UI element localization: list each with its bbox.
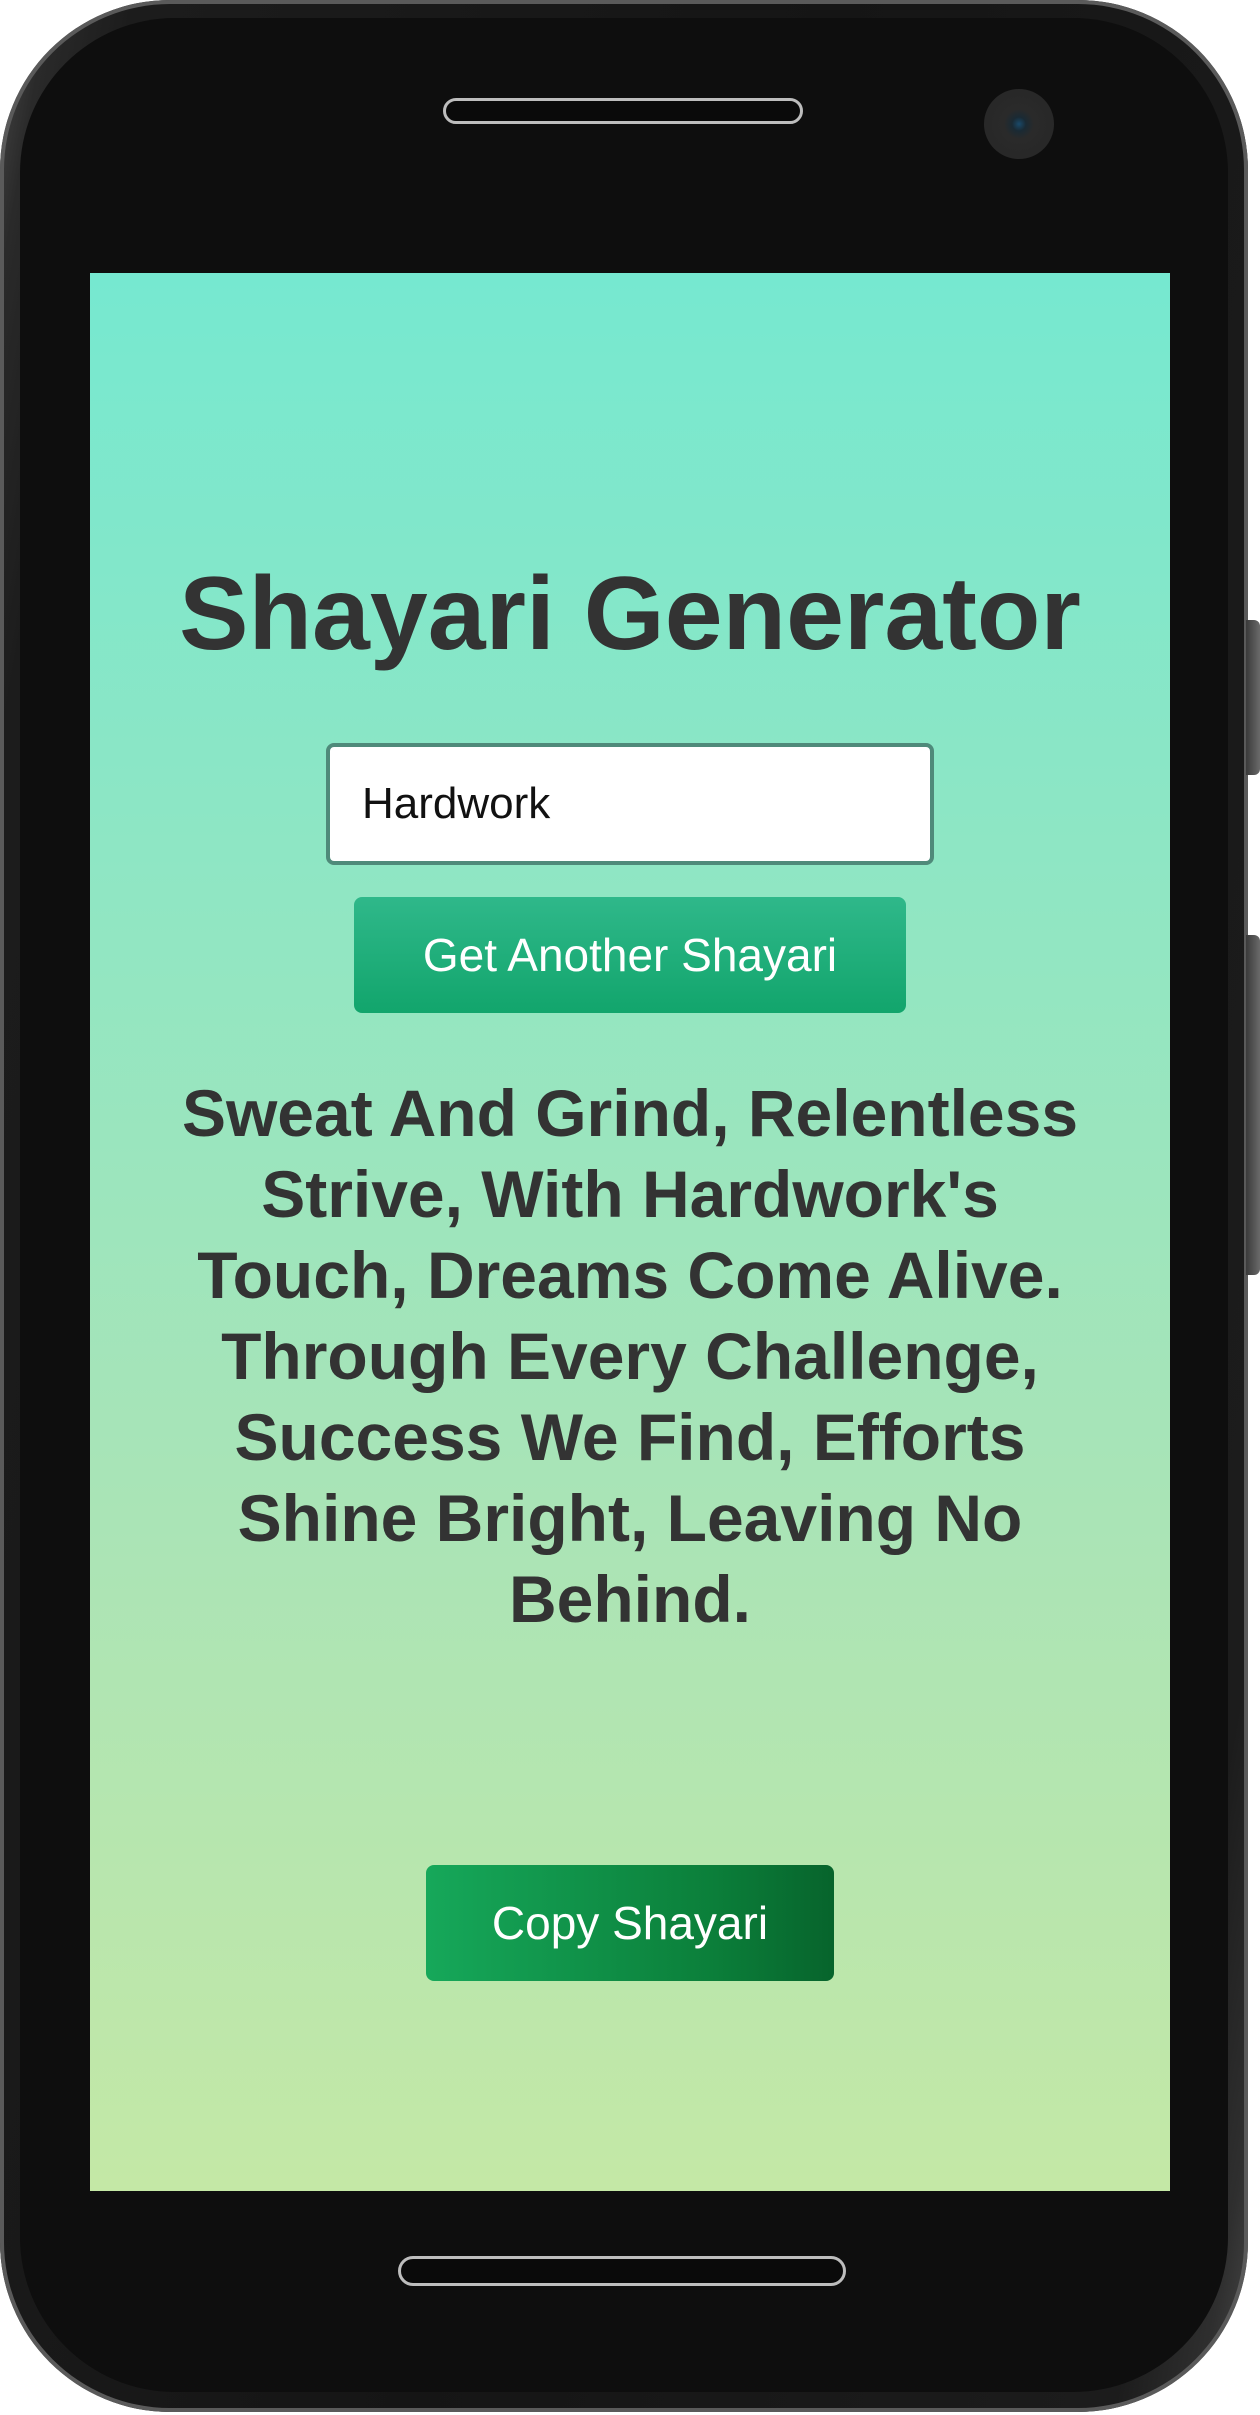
- earpiece-speaker: [443, 98, 803, 124]
- volume-button: [1246, 620, 1260, 775]
- phone-frame: Shayari Generator Get Another Shayari Sw…: [0, 0, 1260, 2412]
- power-button: [1246, 935, 1260, 1275]
- copy-shayari-button[interactable]: Copy Shayari: [426, 1865, 834, 1981]
- topic-input[interactable]: [326, 743, 934, 865]
- front-camera-icon: [984, 89, 1054, 159]
- get-another-shayari-button[interactable]: Get Another Shayari: [354, 897, 906, 1013]
- page-title: Shayari Generator: [179, 556, 1081, 672]
- app-screen: Shayari Generator Get Another Shayari Sw…: [90, 273, 1170, 2191]
- home-indicator: [398, 2256, 846, 2286]
- shayari-text: Sweat And Grind, Relentless Strive, With…: [181, 1076, 1079, 1636]
